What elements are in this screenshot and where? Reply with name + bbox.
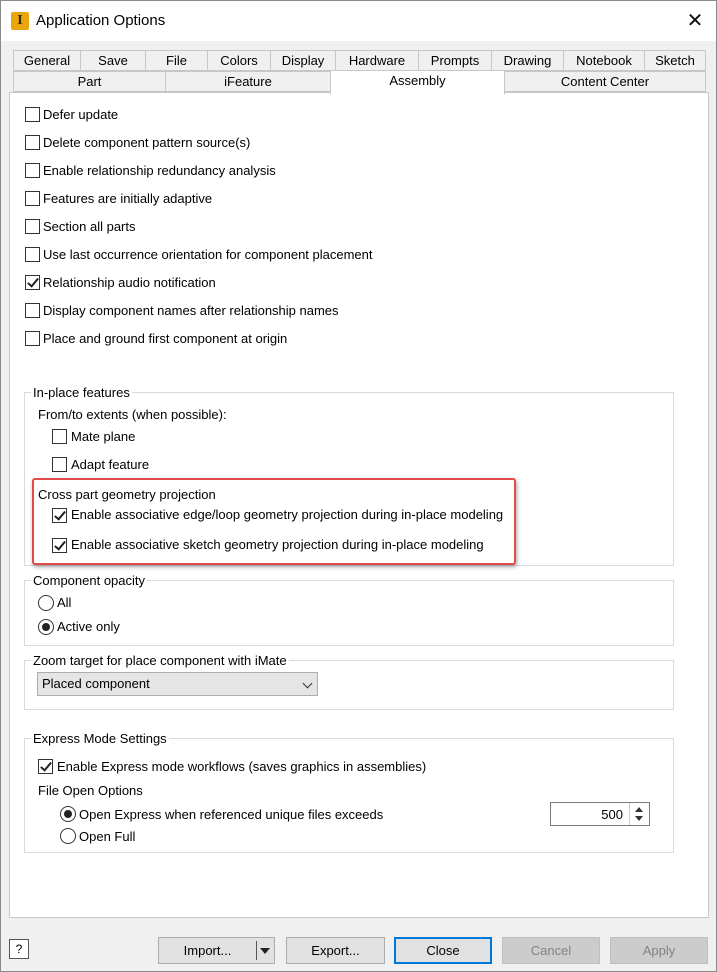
tab-prompts[interactable]: Prompts xyxy=(418,50,492,71)
in-place-features-title: In-place features xyxy=(31,385,132,400)
initially-adaptive-label: Features are initially adaptive xyxy=(43,191,213,206)
zoom-target-title: Zoom target for place component with iMa… xyxy=(31,653,289,668)
help-button[interactable]: ? xyxy=(9,939,29,959)
redundancy-analysis-checkbox[interactable] xyxy=(25,163,40,178)
opacity-active-only-radio[interactable] xyxy=(38,619,54,635)
mate-plane-label: Mate plane xyxy=(71,429,136,444)
ground-first-component-checkbox[interactable] xyxy=(25,331,40,346)
last-occurrence-orientation-label: Use last occurrence orientation for comp… xyxy=(43,247,373,262)
extents-label: From/to extents (when possible): xyxy=(38,407,227,422)
spinner-arrows[interactable] xyxy=(629,803,649,825)
tab-colors[interactable]: Colors xyxy=(207,50,271,71)
open-express-label: Open Express when referenced unique file… xyxy=(79,807,384,822)
inventor-app-icon: I xyxy=(11,12,29,30)
display-component-names-checkbox[interactable] xyxy=(25,303,40,318)
zoom-target-value: Placed component xyxy=(42,676,150,691)
delete-pattern-source-label: Delete component pattern source(s) xyxy=(43,135,251,150)
adapt-feature-label: Adapt feature xyxy=(71,457,150,472)
export-button[interactable]: Export... xyxy=(286,937,385,964)
threshold-spinner[interactable]: 500 xyxy=(550,802,650,826)
open-express-radio[interactable] xyxy=(60,806,76,822)
tab-ifeature[interactable]: iFeature xyxy=(165,71,331,92)
import-button[interactable]: Import... xyxy=(158,937,275,964)
enable-express-checkbox[interactable] xyxy=(38,759,53,774)
tab-display[interactable]: Display xyxy=(270,50,336,71)
spinner-down-icon[interactable] xyxy=(635,816,643,821)
relationship-audio-checkbox[interactable] xyxy=(25,275,40,290)
section-all-parts-label: Section all parts xyxy=(43,219,136,234)
tab-drawing[interactable]: Drawing xyxy=(491,50,564,71)
opacity-all-label: All xyxy=(57,595,72,610)
tab-file[interactable]: File xyxy=(145,50,208,71)
highlight-box xyxy=(32,478,516,565)
component-opacity-title: Component opacity xyxy=(31,573,148,588)
tab-save[interactable]: Save xyxy=(80,50,146,71)
tab-hardware[interactable]: Hardware xyxy=(335,50,419,71)
tab-part[interactable]: Part xyxy=(13,71,166,92)
express-mode-title: Express Mode Settings xyxy=(31,731,169,746)
file-open-options-label: File Open Options xyxy=(38,783,143,798)
zoom-target-dropdown[interactable]: Placed component xyxy=(37,672,318,696)
window-title: Application Options xyxy=(36,12,166,29)
last-occurrence-orientation-checkbox[interactable] xyxy=(25,247,40,262)
delete-pattern-source-checkbox[interactable] xyxy=(25,135,40,150)
defer-update-label: Defer update xyxy=(43,107,119,122)
mate-plane-checkbox[interactable] xyxy=(52,429,67,444)
close-button[interactable]: Close xyxy=(394,937,492,964)
apply-button[interactable]: Apply xyxy=(610,937,708,964)
defer-update-checkbox[interactable] xyxy=(25,107,40,122)
initially-adaptive-checkbox[interactable] xyxy=(25,191,40,206)
close-icon[interactable]: ✕ xyxy=(684,10,706,32)
tab-notebook[interactable]: Notebook xyxy=(563,50,645,71)
section-all-parts-checkbox[interactable] xyxy=(25,219,40,234)
tab-content-center[interactable]: Content Center xyxy=(504,71,706,92)
split-divider xyxy=(256,941,257,960)
tab-assembly[interactable]: Assembly xyxy=(330,70,505,95)
opacity-active-only-label: Active only xyxy=(57,619,120,634)
tab-general[interactable]: General xyxy=(13,50,81,71)
tab-sketch[interactable]: Sketch xyxy=(644,50,706,71)
spinner-up-icon[interactable] xyxy=(635,807,643,812)
open-full-radio[interactable] xyxy=(60,828,76,844)
title-bar: I Application Options ✕ xyxy=(1,1,716,41)
component-opacity-group xyxy=(24,580,674,646)
chevron-down-icon xyxy=(302,678,313,689)
threshold-value: 500 xyxy=(601,807,623,822)
relationship-audio-label: Relationship audio notification xyxy=(43,275,216,290)
open-full-label: Open Full xyxy=(79,829,136,844)
cancel-button[interactable]: Cancel xyxy=(502,937,600,964)
redundancy-analysis-label: Enable relationship redundancy analysis xyxy=(43,163,276,178)
display-component-names-label: Display component names after relationsh… xyxy=(43,303,339,318)
ground-first-component-label: Place and ground first component at orig… xyxy=(43,331,288,346)
import-button-label: Import... xyxy=(183,943,232,958)
opacity-all-radio[interactable] xyxy=(38,595,54,611)
dropdown-arrow-icon[interactable] xyxy=(260,948,270,954)
application-options-dialog: I Application Options ✕ General Save Fil… xyxy=(0,0,717,972)
enable-express-label: Enable Express mode workflows (saves gra… xyxy=(57,759,427,774)
adapt-feature-checkbox[interactable] xyxy=(52,457,67,472)
